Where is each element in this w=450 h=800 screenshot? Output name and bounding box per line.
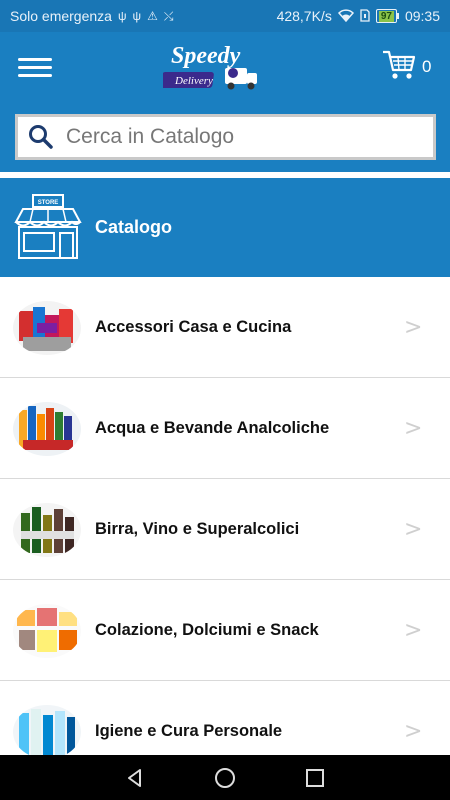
- app-bar: Speedy Delivery 0: [0, 32, 450, 102]
- recents-icon[interactable]: [303, 766, 327, 790]
- beer-wine-thumbnail: [13, 503, 81, 557]
- housewares-thumbnail: [13, 301, 81, 355]
- category-label: Birra, Vino e Superalcolici: [95, 520, 300, 538]
- chevron-right-icon: >: [404, 618, 423, 643]
- personal-care-thumbnail: [13, 705, 81, 759]
- list-item[interactable]: Accessori Casa e Cucina >: [0, 277, 450, 378]
- store-icon: STORE: [14, 194, 82, 259]
- catalog-header: STORE Catalogo: [0, 178, 450, 277]
- cart-icon[interactable]: [381, 48, 417, 82]
- speedy-delivery-logo: Speedy Delivery: [163, 43, 257, 90]
- search-icon[interactable]: [28, 124, 54, 150]
- sim-icon: [360, 8, 370, 24]
- wifi-icon: [337, 8, 354, 24]
- beverages-thumbnail: [13, 402, 81, 456]
- category-label: Accessori Casa e Cucina: [95, 318, 292, 336]
- warning-icon: ⚠: [147, 9, 158, 23]
- battery-level: 97: [378, 10, 394, 22]
- search-box[interactable]: [15, 114, 436, 160]
- search-input[interactable]: [66, 125, 406, 149]
- category-label: Igiene e Cura Personale: [95, 722, 283, 740]
- list-item[interactable]: Birra, Vino e Superalcolici >: [0, 479, 450, 580]
- logo-text-sub: Delivery: [174, 75, 213, 87]
- hamburger-icon-line: [18, 57, 52, 61]
- usb-icon: ψ: [117, 9, 127, 23]
- hamburger-icon-line: [18, 65, 52, 69]
- snacks-thumbnail: [13, 604, 81, 658]
- chevron-right-icon: >: [404, 315, 423, 340]
- list-item[interactable]: Colazione, Dolciumi e Snack >: [0, 580, 450, 681]
- list-item[interactable]: Acqua e Bevande Analcoliche >: [0, 378, 450, 479]
- store-sign-text: STORE: [38, 200, 59, 206]
- battery-icon: 97: [375, 9, 399, 23]
- clock: 09:35: [404, 8, 440, 24]
- chevron-right-icon: >: [404, 719, 423, 744]
- chevron-right-icon: >: [404, 416, 423, 441]
- delivery-truck-icon: [225, 68, 257, 90]
- carrier-label: Solo emergenza: [10, 8, 112, 24]
- hamburger-icon-line: [18, 73, 52, 77]
- activity-icon: ⤯: [163, 9, 174, 23]
- status-bar: Solo emergenza ψ ψ ⚠ ⤯ 428,7K/s 97 09:35: [0, 0, 450, 32]
- category-label: Acqua e Bevande Analcoliche: [95, 419, 330, 437]
- menu-button[interactable]: [18, 52, 52, 82]
- category-list: Accessori Casa e Cucina > Acqua e Bevand…: [0, 277, 450, 782]
- net-speed: 428,7K/s: [276, 8, 332, 24]
- navigation-bar: [0, 755, 450, 800]
- back-icon[interactable]: [123, 766, 147, 790]
- search-area: [0, 102, 450, 172]
- cart-count: 0: [422, 57, 432, 76]
- home-icon[interactable]: [213, 766, 237, 790]
- chevron-right-icon: >: [404, 517, 423, 542]
- category-label: Colazione, Dolciumi e Snack: [95, 621, 319, 639]
- catalog-title: Catalogo: [95, 217, 173, 237]
- logo-text-main: Speedy: [171, 43, 241, 69]
- usb-icon-2: ψ: [132, 9, 142, 23]
